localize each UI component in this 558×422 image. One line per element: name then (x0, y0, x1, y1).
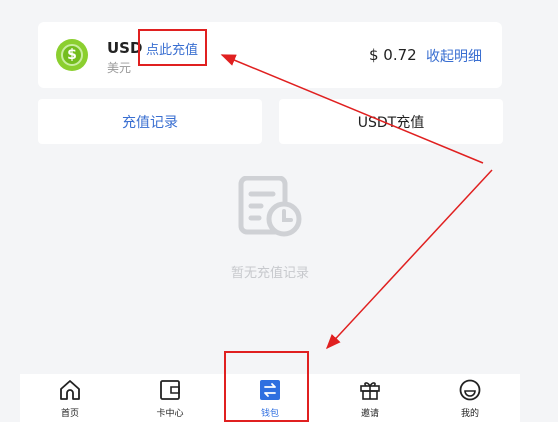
annotation-arrows (220, 54, 493, 350)
